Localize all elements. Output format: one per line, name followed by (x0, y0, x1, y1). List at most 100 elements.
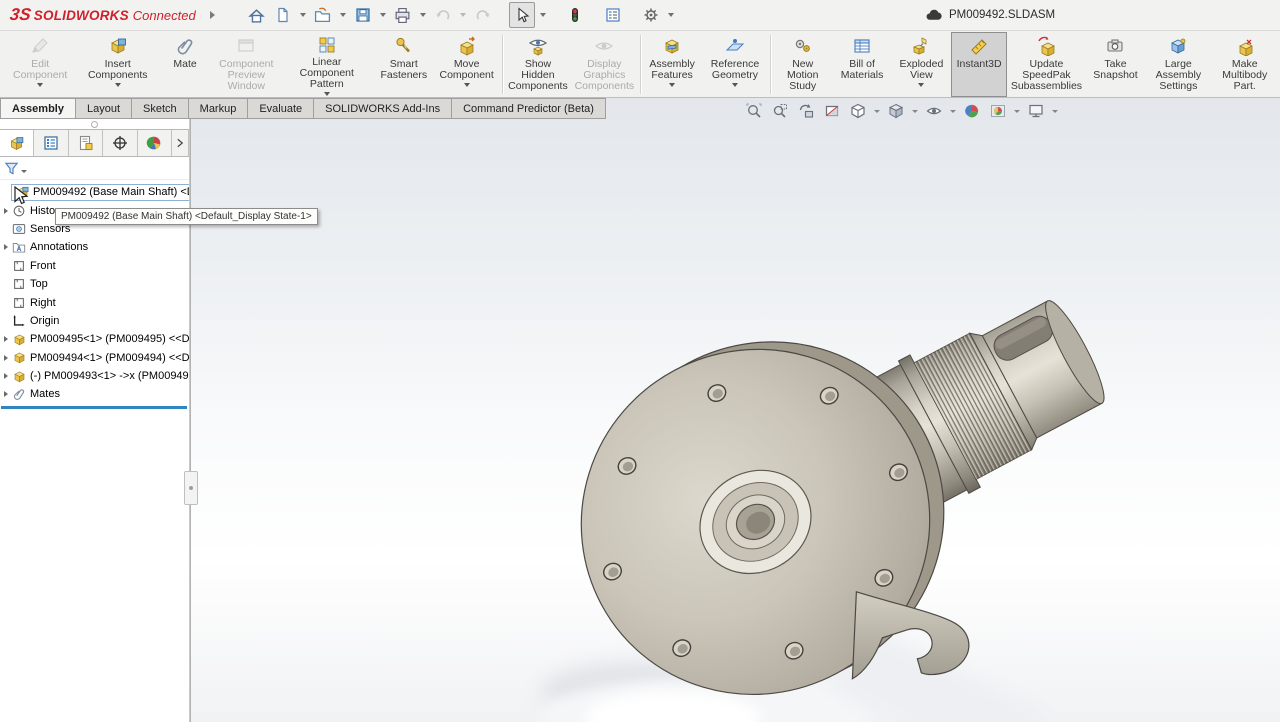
move-component-icon (457, 35, 477, 57)
tree-item-right-plane[interactable]: Right (0, 293, 189, 311)
exploded-view-caret-icon[interactable] (918, 83, 924, 87)
ribbon-button-reference-geometry[interactable]: Reference Geometry (702, 32, 768, 97)
rollback-bar[interactable] (1, 406, 187, 409)
plane-icon (11, 259, 27, 273)
open-icon[interactable] (311, 3, 335, 27)
ribbon-button-take-snapshot[interactable]: Take Snapshot (1086, 32, 1145, 97)
ribbon-button-component-preview-window: Component Preview Window (213, 32, 279, 97)
select-arrow-icon[interactable] (509, 2, 535, 28)
panel-collapse-handle[interactable] (91, 121, 98, 128)
ribbon-button-make-multibody-part[interactable]: Make Multibody Part. (1212, 32, 1278, 97)
ribbon-button-linear-component-pattern[interactable]: Linear Component Pattern (280, 32, 375, 97)
print-icon[interactable] (391, 3, 415, 27)
mate-icon (175, 35, 195, 57)
reference-geometry-caret-icon[interactable] (732, 83, 738, 87)
graphics-viewport[interactable] (190, 98, 1280, 722)
displaymanager-icon[interactable] (138, 130, 172, 156)
display-style-caret-icon[interactable] (912, 110, 918, 113)
tree-item-annotations[interactable]: Annotations (0, 238, 189, 256)
propertymanager-icon[interactable] (34, 130, 68, 156)
tree-item-origin[interactable]: Origin (0, 312, 189, 330)
tab-markup[interactable]: Markup (189, 98, 249, 119)
assembly-features-caret-icon[interactable] (669, 83, 675, 87)
print-caret-icon[interactable] (420, 13, 426, 17)
tree-item-mates[interactable]: Mates (0, 385, 189, 403)
tab-command-predictor[interactable]: Command Predictor (Beta) (452, 98, 606, 119)
exploded-view-icon (911, 35, 931, 57)
ribbon-button-display-graphics-components: Display Graphics Components (571, 32, 637, 97)
previous-view-icon[interactable] (795, 101, 817, 121)
assembly-3d-model[interactable] (191, 98, 1280, 722)
brand-name: SOLIDWORKS (34, 8, 129, 23)
dimxpertmanager-icon[interactable] (103, 130, 137, 156)
configurationmanager-icon[interactable] (69, 130, 103, 156)
select-caret-icon[interactable] (540, 13, 546, 17)
tree-item-component-pm009493[interactable]: (-) PM009493<1> ->x (PM009493 (0, 367, 189, 385)
view-settings-caret-icon[interactable] (1052, 110, 1058, 113)
smart-fasteners-icon (394, 35, 414, 57)
lifecycle-icon[interactable] (563, 3, 587, 27)
insert-components-caret-icon[interactable] (115, 83, 121, 87)
new-document-icon[interactable] (271, 3, 295, 27)
tab-sketch[interactable]: Sketch (132, 98, 189, 119)
ribbon-group-divider (770, 35, 771, 94)
document-title-block: PM009492.SLDASM (925, 0, 1055, 30)
show-hidden-components-icon (528, 35, 548, 57)
ribbon-button-show-hidden-components[interactable]: Show Hidden Components (505, 32, 571, 97)
ribbon-group-divider (640, 35, 641, 94)
ribbon-button-bill-of-materials[interactable]: Bill of Materials (832, 32, 891, 97)
ribbon-button-instant3d[interactable]: Instant3D (951, 32, 1007, 97)
save-caret-icon[interactable] (380, 13, 386, 17)
tree-item-front-plane[interactable]: Front (0, 257, 189, 275)
ribbon-button-smart-fasteners[interactable]: Smart Fasteners (374, 32, 433, 97)
tab-evaluate[interactable]: Evaluate (248, 98, 314, 119)
tree-item-component-pm009495[interactable]: PM009495<1> (PM009495) <<Def (0, 330, 189, 348)
ribbon-button-large-assembly-settings[interactable]: Large Assembly Settings (1145, 32, 1211, 97)
ribbon-button-new-motion-study[interactable]: New Motion Study (773, 32, 832, 97)
commandmanager-tab-strip: Assembly Layout Sketch Markup Evaluate S… (0, 98, 492, 119)
save-icon[interactable] (351, 3, 375, 27)
zoom-to-area-icon[interactable] (769, 101, 791, 121)
document-properties-icon[interactable] (601, 3, 625, 27)
tab-layout[interactable]: Layout (76, 98, 132, 119)
solidworks-logo: 3S SOLIDWORKS Connected (0, 5, 196, 25)
hide-show-items-icon[interactable] (923, 101, 945, 121)
section-view-icon[interactable] (821, 101, 843, 121)
filter-caret-icon[interactable] (21, 170, 27, 173)
flanged-shaft-body[interactable] (520, 195, 1166, 722)
filter-funnel-icon[interactable] (4, 161, 19, 176)
brand-suffix: Connected (133, 8, 196, 23)
brand-expander-icon[interactable] (210, 11, 215, 19)
view-orientation-caret-icon[interactable] (874, 110, 880, 113)
more-tabs-chevron-icon[interactable] (172, 130, 189, 156)
linear-component-pattern-caret-icon[interactable] (324, 92, 330, 96)
home-icon[interactable] (245, 3, 269, 27)
featuremanager-tree-icon[interactable] (0, 130, 34, 156)
ribbon-button-assembly-features[interactable]: Assembly Features (642, 32, 701, 97)
zoom-to-fit-icon[interactable] (743, 101, 765, 121)
ribbon-button-insert-components[interactable]: Insert Components (78, 32, 157, 97)
tab-solidworks-add-ins[interactable]: SOLIDWORKS Add-Ins (314, 98, 452, 119)
tree-item-component-pm009494[interactable]: PM009494<1> (PM009494) <<Def (0, 349, 189, 367)
new-document-caret-icon[interactable] (300, 13, 306, 17)
ribbon-button-update-speedpak-subassemblies[interactable]: Update SpeedPak Subassemblies (1007, 32, 1086, 97)
tab-assembly[interactable]: Assembly (0, 98, 76, 119)
display-style-icon[interactable] (885, 101, 907, 121)
apply-scene-icon[interactable] (987, 101, 1009, 121)
options-caret-icon[interactable] (668, 13, 674, 17)
move-component-caret-icon[interactable] (464, 83, 470, 87)
edit-component-caret-icon (37, 83, 43, 87)
panel-splitter-handle[interactable] (184, 471, 198, 505)
tree-item-top-plane[interactable]: Top (0, 275, 189, 293)
view-orientation-icon[interactable] (847, 101, 869, 121)
options-gear-icon[interactable] (639, 3, 663, 27)
ribbon-button-mate[interactable]: Mate (157, 32, 213, 97)
part-icon (11, 350, 27, 365)
view-settings-icon[interactable] (1025, 101, 1047, 121)
ribbon-button-exploded-view[interactable]: Exploded View (892, 32, 951, 97)
hide-show-items-caret-icon[interactable] (950, 110, 956, 113)
apply-scene-caret-icon[interactable] (1014, 110, 1020, 113)
open-caret-icon[interactable] (340, 13, 346, 17)
ribbon-button-move-component[interactable]: Move Component (433, 32, 499, 97)
edit-appearance-icon[interactable] (961, 101, 983, 121)
